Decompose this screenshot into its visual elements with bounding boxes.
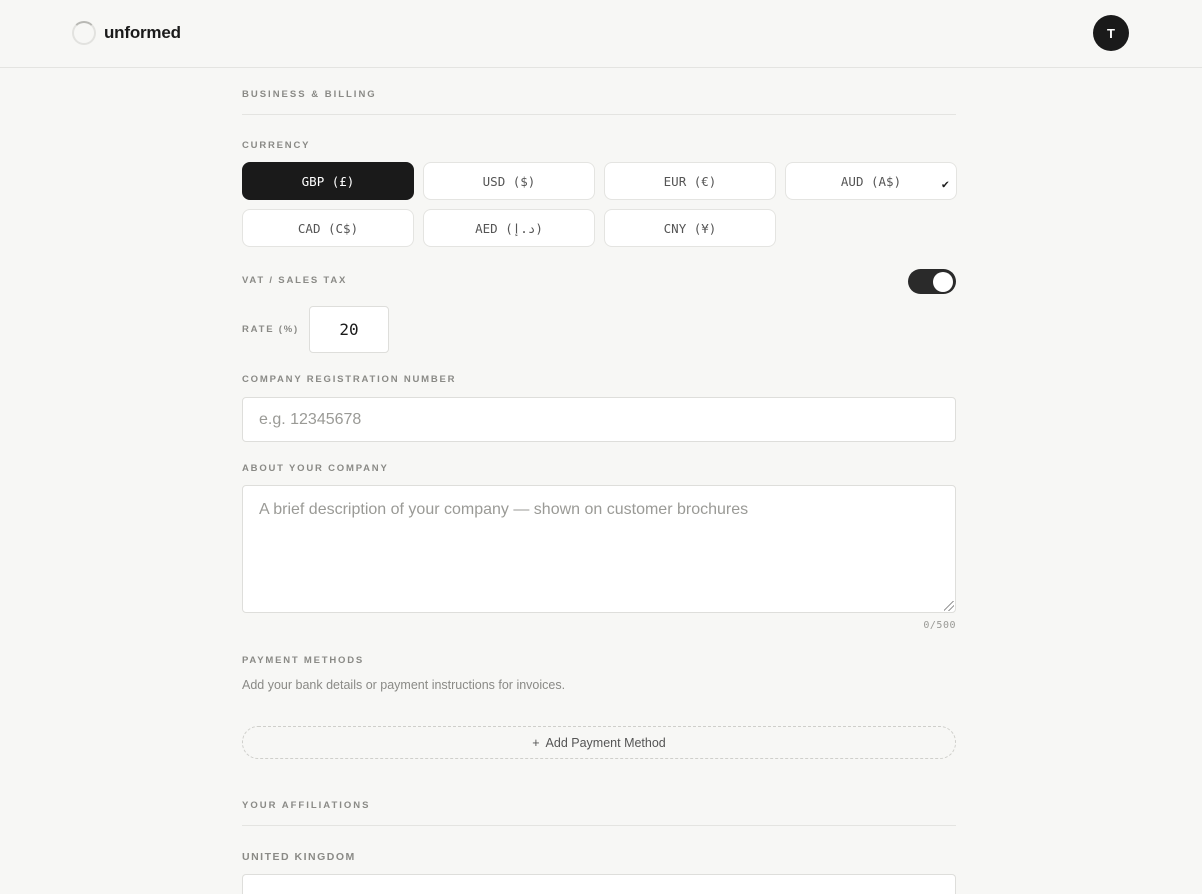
avatar[interactable]: T [1093,15,1129,51]
loading-spinner-icon [72,21,96,45]
currency-option-label: AUD (A$) [840,173,902,189]
payment-helper-text: Add your bank details or payment instruc… [242,678,566,692]
section-title-affiliations: YOUR AFFILIATIONS [242,800,371,811]
brand-name: unformed [104,23,181,42]
rate-input[interactable] [309,306,389,353]
currency-option-label: GBP (£) [301,173,355,189]
currency-option-usd[interactable]: USD ($) [423,162,595,200]
payment-methods-label: PAYMENT METHODS [242,655,365,666]
currency-option-cad[interactable]: CAD (C$) [242,209,414,247]
currency-option-label: CAD (C$) [297,220,359,236]
section-title-business-billing: BUSINESS & BILLING [242,89,377,100]
currency-option-label: USD ($) [482,173,536,189]
add-payment-method-button[interactable]: + Add Payment Method [242,726,956,759]
currency-option-label: EUR (€) [663,173,717,189]
toggle-knob [933,271,953,292]
currency-option-aed[interactable]: AED (د.إ) [423,209,595,247]
vat-toggle[interactable] [908,269,956,294]
brand[interactable]: unformed [72,20,181,46]
character-counter: 0/500 [923,620,956,631]
add-payment-method-label: Add Payment Method [545,735,666,750]
plus-icon: + [532,735,540,750]
section-divider [242,114,956,115]
checkmark-icon: ✔ [941,177,949,191]
rate-label: RATE (%) [242,324,299,335]
about-label: ABOUT YOUR COMPANY [242,463,389,474]
affiliation-input[interactable] [242,874,956,894]
currency-option-label: CNY (¥) [663,220,717,236]
about-textarea[interactable] [242,485,956,613]
currency-option-aud[interactable]: AUD (A$) ✔ [785,162,957,200]
resize-handle-icon[interactable] [944,601,954,611]
currency-label: CURRENCY [242,140,311,151]
currency-option-cny[interactable]: CNY (¥) [604,209,776,247]
vat-label: VAT / SALES TAX [242,275,348,286]
company-reg-label: COMPANY REGISTRATION NUMBER [242,374,457,385]
currency-option-gbp[interactable]: GBP (£) [242,162,414,200]
top-bar: unformed T [0,0,1202,68]
country-label-uk: UNITED KINGDOM [242,851,356,863]
currency-option-label: AED (د.إ) [475,220,543,236]
company-reg-input[interactable] [242,397,956,442]
section-divider [242,825,956,826]
currency-option-eur[interactable]: EUR (€) [604,162,776,200]
